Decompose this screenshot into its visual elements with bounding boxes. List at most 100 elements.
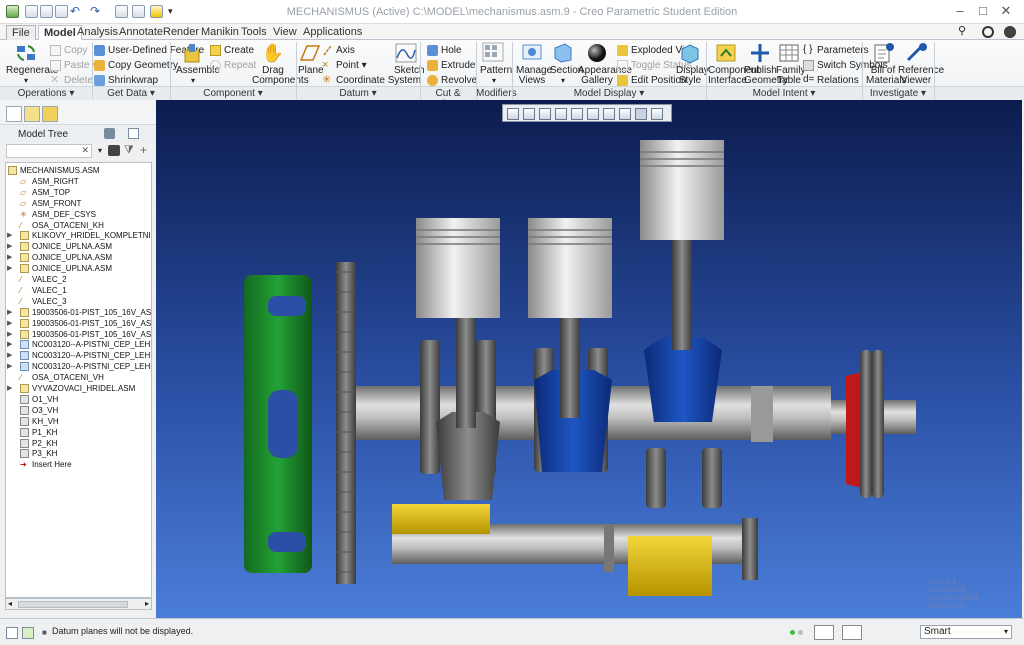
regenerate-button[interactable]: Regenerate ▾ — [6, 42, 58, 86]
search-dropdown-icon[interactable]: ▾ — [98, 146, 102, 155]
axis-button[interactable]: Axis — [322, 44, 355, 58]
group-get-data[interactable]: Get Data ▾ — [92, 88, 170, 100]
expand-icon[interactable]: ▶ — [7, 318, 12, 329]
pattern-button[interactable]: Pattern ▾ — [480, 42, 512, 86]
assemble-button[interactable]: Assemble ▾ — [176, 42, 220, 86]
minimize-icon[interactable]: – — [952, 3, 968, 19]
plane-button[interactable]: Plane — [298, 42, 324, 76]
help-icon[interactable] — [982, 26, 994, 38]
group-cut-surface[interactable]: Cut & Surface ▾ — [420, 88, 476, 110]
selection-tool-icon[interactable] — [842, 625, 862, 640]
tab-view[interactable]: View — [268, 25, 302, 40]
saved-views-icon[interactable] — [587, 108, 599, 120]
revolve-icon — [427, 75, 438, 86]
display-style-button[interactable]: Display Style — [676, 42, 709, 86]
view-manager-icon[interactable] — [603, 108, 615, 120]
datum-display-icon[interactable] — [619, 108, 631, 120]
tree-item-label: P3_KH — [32, 449, 58, 459]
expand-icon[interactable]: ▶ — [7, 230, 12, 241]
expand-icon[interactable]: ▶ — [7, 350, 12, 361]
display-style-tb-icon[interactable] — [571, 108, 583, 120]
point-button[interactable]: × Point ▾ — [322, 59, 367, 73]
expand-icon[interactable]: ▶ — [7, 361, 12, 372]
copy-button[interactable]: Copy — [50, 44, 87, 58]
reference-viewer-button[interactable]: Reference Viewer — [898, 42, 944, 86]
hole-button[interactable]: Hole — [427, 44, 462, 58]
extrude-button[interactable]: Extrude — [427, 59, 475, 73]
close-icon[interactable]: ✕ — [998, 3, 1014, 19]
expand-icon[interactable]: ▶ — [7, 241, 12, 252]
repaint-icon[interactable] — [555, 108, 567, 120]
expand-icon[interactable]: ▶ — [7, 329, 12, 340]
paste-button[interactable]: Paste ▾ — [50, 59, 97, 73]
parameters-button[interactable]: { } Parameters — [803, 44, 869, 58]
repeat-button[interactable]: Repeat — [210, 59, 256, 73]
toggle-status-icon — [617, 60, 628, 71]
copy-geometry-icon — [94, 60, 105, 71]
zoom-in-icon[interactable] — [523, 108, 535, 120]
publish-geometry-button[interactable]: Publish Geometry — [744, 42, 788, 86]
folder-browser-tab-icon[interactable] — [24, 106, 40, 122]
find-icon[interactable] — [108, 145, 120, 156]
add-icon[interactable]: + — [140, 143, 147, 157]
manage-views-button[interactable]: Manage Views — [516, 42, 552, 86]
tree-item-label: VALEC_2 — [32, 275, 67, 284]
annotation-display-icon[interactable] — [651, 108, 663, 120]
tree-search-input[interactable]: ✕ — [6, 144, 92, 158]
asm-icon — [20, 318, 29, 328]
axis-icon — [322, 45, 333, 56]
maximize-icon[interactable]: □ — [975, 3, 991, 19]
tab-file[interactable]: File — [6, 25, 36, 40]
navigator-toggle-icon[interactable] — [6, 627, 18, 639]
selection-filter-select[interactable]: Smart ▾ — [920, 625, 1012, 639]
group-model-display[interactable]: Model Display ▾ — [512, 88, 706, 100]
group-model-intent[interactable]: Model Intent ▾ — [706, 88, 862, 100]
favorites-tab-icon[interactable] — [42, 106, 58, 122]
clear-search-icon[interactable]: ✕ — [81, 145, 89, 156]
component-interface-button[interactable]: Component Interface — [708, 42, 760, 86]
refit-icon[interactable] — [507, 108, 519, 120]
expand-icon[interactable]: ▶ — [7, 383, 12, 394]
settings-icon[interactable] — [1004, 26, 1016, 38]
spin-center-icon[interactable] — [635, 108, 647, 120]
tree-settings-icon[interactable] — [104, 128, 115, 139]
tree-item-label: Insert Here — [32, 460, 72, 470]
chevron-down-icon: ▾ — [1003, 627, 1008, 636]
publish-geometry-icon — [748, 42, 772, 64]
expand-icon[interactable]: ▶ — [7, 339, 12, 350]
section-button[interactable]: Section ▾ — [550, 42, 583, 86]
sketch-button[interactable]: Sketch — [394, 42, 425, 76]
appearance-gallery-button[interactable]: Appearance Gallery — [578, 42, 632, 86]
zoom-out-icon[interactable] — [539, 108, 551, 120]
copy-geometry-button[interactable]: Copy Geometry — [94, 59, 178, 73]
tree-horizontal-scrollbar[interactable]: ◂ ▸ — [5, 598, 152, 610]
divider — [476, 42, 477, 99]
browser-toggle-icon[interactable] — [22, 627, 34, 639]
mechanism-model[interactable] — [156, 100, 1022, 618]
expand-icon[interactable]: ▶ — [7, 307, 12, 318]
expand-icon[interactable]: ▶ — [7, 263, 12, 274]
expand-icon[interactable]: ▶ — [7, 252, 12, 263]
repeat-icon — [210, 60, 221, 71]
group-operations[interactable]: Operations ▾ — [0, 88, 92, 100]
tab-applications[interactable]: Applications — [298, 25, 367, 40]
asm-icon — [20, 329, 29, 339]
tree-item-label: ASM_DEF_CSYS — [32, 209, 97, 219]
tab-tools[interactable]: Tools — [236, 25, 272, 40]
model-tree-tab-icon[interactable] — [6, 106, 22, 122]
family-table-button[interactable]: Family Table — [776, 42, 805, 86]
create-button[interactable]: Create — [210, 44, 254, 58]
bill-of-materials-button[interactable]: Bill of Materials — [866, 42, 907, 86]
search-icon[interactable]: ⚲ — [958, 24, 970, 37]
find-tool-icon[interactable] — [814, 625, 834, 640]
bill-of-materials-icon — [871, 42, 895, 64]
tree-columns-icon[interactable] — [128, 128, 139, 139]
group-modifiers[interactable]: Modifiers ▾ — [476, 88, 517, 110]
scroll-thumb[interactable] — [18, 601, 128, 608]
graphics-viewport[interactable] — [156, 100, 1022, 618]
group-component[interactable]: Component ▾ — [170, 88, 296, 100]
group-datum[interactable]: Datum ▾ — [296, 88, 420, 100]
group-investigate[interactable]: Investigate ▾ — [862, 88, 934, 100]
filter-icon[interactable]: ⧩ — [124, 144, 134, 157]
drag-components-button[interactable]: ✋ Drag Components — [252, 42, 309, 86]
